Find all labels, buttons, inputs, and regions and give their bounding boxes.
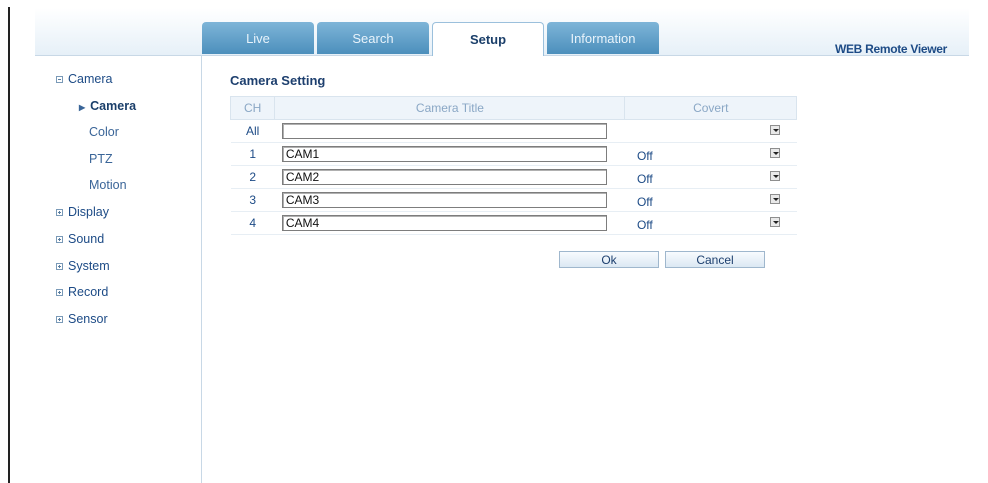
page-title: Camera Setting [230,73,326,88]
table-header-row: CH Camera Title Covert [229,96,797,120]
channel-label: 3 [230,188,275,212]
title-cell: CAM4 [274,211,625,235]
dropdown-arrow-icon[interactable] [769,125,780,135]
dropdown-arrow-icon[interactable] [769,217,780,227]
channel-label: 2 [230,165,275,189]
dropdown-arrow-icon[interactable] [769,194,780,204]
expand-icon [56,208,63,216]
channel-label: 4 [230,211,275,235]
sidebar-group-system[interactable]: System [56,259,110,273]
camera-title-input-4[interactable]: CAM4 [281,215,607,231]
tab-live[interactable]: Live [202,22,314,54]
setup-sidebar: Camera ▶ Camera Color PTZ Motion Display … [35,56,202,483]
cancel-button[interactable]: Cancel [665,251,765,268]
channel-label: All [230,119,275,143]
sidebar-group-label: Display [68,205,109,219]
covert-value: Off [636,218,653,232]
caret-right-icon: ▶ [79,103,86,112]
covert-value: Off [636,149,653,163]
table-row: 2 CAM2 Off [230,165,797,189]
camera-title-input-2[interactable]: CAM2 [281,169,607,185]
sidebar-group-label: Sound [68,232,105,246]
tab-information[interactable]: Information [547,22,659,54]
table-row: All [230,119,797,143]
sidebar-item-camera[interactable]: ▶ Camera [79,99,136,113]
title-cell: CAM2 [274,165,625,189]
title-cell: CAM1 [274,142,625,166]
sidebar-group-label: Sensor [68,312,108,326]
title-cell: CAM3 [274,188,625,212]
channel-label: 1 [230,142,275,166]
sidebar-group-label: Record [68,285,109,299]
table-row: 4 CAM4 Off [230,211,797,235]
expand-icon [56,235,63,243]
covert-cell [624,119,797,143]
covert-value: Off [636,172,653,186]
sidebar-group-display[interactable]: Display [56,205,109,219]
sidebar-item-color[interactable]: Color [89,125,119,139]
covert-value: Off [636,195,653,209]
expand-icon [56,315,63,323]
camera-title-input-all[interactable] [281,123,607,139]
column-header-camera-title: Camera Title [274,96,626,120]
sidebar-item-motion[interactable]: Motion [89,178,127,192]
sidebar-group-label: Camera [68,72,113,86]
column-header-covert: Covert [624,96,797,120]
collapse-icon [56,75,63,83]
expand-icon [56,262,63,270]
sidebar-group-record[interactable]: Record [56,285,108,299]
main-tabs: Live Search Setup Information [202,22,662,56]
tab-setup[interactable]: Setup [432,22,544,56]
ok-button[interactable]: Ok [559,251,659,268]
camera-title-input-1[interactable]: CAM1 [281,146,607,162]
covert-cell: Off [624,165,797,189]
camera-settings-table: CH Camera Title Covert All 1 CAM1 Off 2 … [229,96,797,235]
covert-cell: Off [624,211,797,235]
main-content: Camera Setting CH Camera Title Covert Al… [202,56,968,483]
window-left-border [8,7,10,483]
dropdown-arrow-icon[interactable] [769,171,780,181]
title-cell [274,119,625,143]
covert-cell: Off [624,188,797,212]
camera-title-input-3[interactable]: CAM3 [281,192,607,208]
sidebar-group-sound[interactable]: Sound [56,232,104,246]
sidebar-group-sensor[interactable]: Sensor [56,312,108,326]
table-row: 3 CAM3 Off [230,188,797,212]
column-header-ch: CH [229,96,276,120]
sidebar-item-ptz[interactable]: PTZ [89,152,113,166]
sidebar-group-label: System [68,259,110,273]
tab-search[interactable]: Search [317,22,429,54]
sidebar-item-label: Camera [90,99,137,113]
expand-icon [56,288,63,296]
covert-cell: Off [624,142,797,166]
sidebar-group-camera[interactable]: Camera [56,72,112,86]
brand-label: WEB Remote Viewer [834,42,947,56]
dropdown-arrow-icon[interactable] [769,148,780,158]
table-row: 1 CAM1 Off [230,142,797,166]
